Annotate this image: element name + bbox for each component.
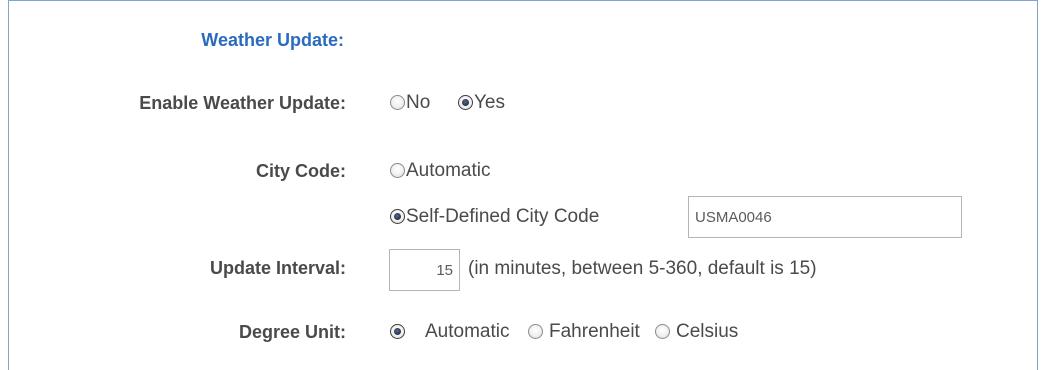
city-code-input[interactable] xyxy=(688,196,962,238)
city-code-label: City Code: xyxy=(256,161,346,181)
update-interval-label: Update Interval: xyxy=(209,258,346,278)
update-interval-input[interactable] xyxy=(389,249,460,291)
section-title: Weather Update: xyxy=(201,30,344,50)
enable-weather-no-radio[interactable] xyxy=(390,95,405,110)
enable-weather-update-label: Enable Weather Update: xyxy=(139,93,346,113)
degree-unit-celsius-radio[interactable] xyxy=(655,324,670,339)
city-code-self-defined-label[interactable]: Self-Defined City Code xyxy=(406,206,599,228)
city-code-automatic-label[interactable]: Automatic xyxy=(406,160,490,182)
degree-unit-automatic-label[interactable]: Automatic xyxy=(425,321,509,343)
settings-panel xyxy=(8,0,1038,370)
city-code-self-defined-radio[interactable] xyxy=(390,209,405,224)
degree-unit-fahrenheit-radio[interactable] xyxy=(528,324,543,339)
degree-unit-fahrenheit-label[interactable]: Fahrenheit xyxy=(549,321,640,343)
enable-weather-yes-radio[interactable] xyxy=(458,95,473,110)
city-code-automatic-radio[interactable] xyxy=(390,163,405,178)
enable-weather-yes-label[interactable]: Yes xyxy=(474,92,505,114)
degree-unit-label: Degree Unit: xyxy=(238,322,346,342)
enable-weather-no-label[interactable]: No xyxy=(406,92,430,114)
degree-unit-celsius-label[interactable]: Celsius xyxy=(676,321,738,343)
update-interval-hint: (in minutes, between 5-360, default is 1… xyxy=(468,258,817,279)
degree-unit-automatic-radio[interactable] xyxy=(390,324,405,339)
